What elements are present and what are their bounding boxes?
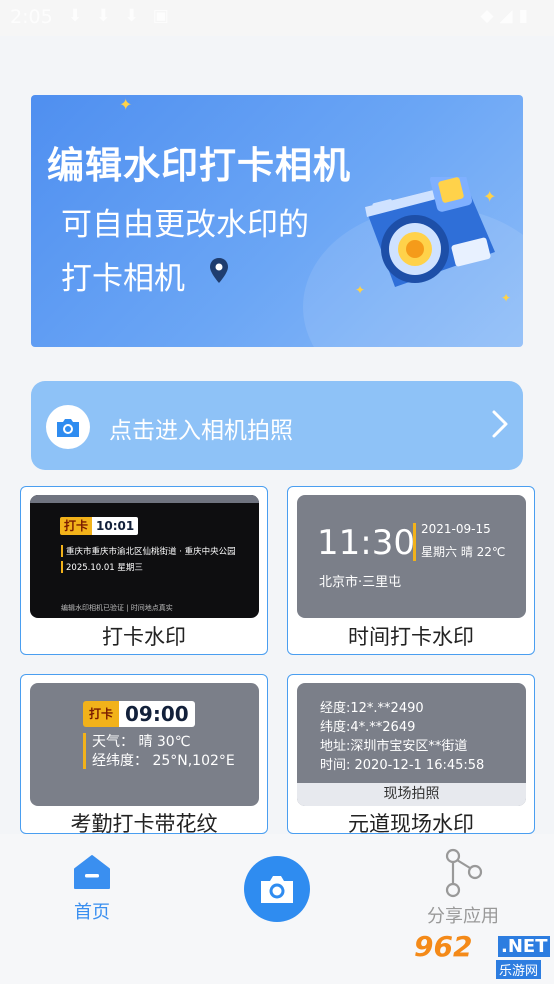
badge-time: 10:01 [92, 517, 139, 535]
nav-home-label: 首页 [74, 902, 110, 923]
watermark-time: 11:30 [317, 523, 415, 563]
watermark-time: 时间: 2020-12-1 16:45:58 [320, 758, 485, 773]
watermark-preview: 打卡 09:00 天气： 晴 30℃ 经纬度： 25°N,102°E [30, 683, 259, 806]
watermark-preview: 经度:12*.**2490 纬度:4*.**2649 地址:深圳市宝安区**街道… [297, 683, 526, 806]
camera-illustration-icon [365, 177, 495, 287]
watermark-date: 2025.10.01 星期三 [61, 561, 251, 573]
watermark-address: 重庆市重庆市渝北区仙桃街道 · 重庆中央公园 [61, 545, 251, 557]
card-caption: 元道现场水印 [348, 812, 474, 834]
badge-logo: 打卡 [83, 701, 120, 727]
download-icons: ⬇⬇⬇▣ [68, 6, 183, 26]
watermark-footer: 编辑水印相机已验证 | 时间地点真实 [61, 604, 173, 612]
watermark-date: 2021-09-15 [421, 522, 491, 536]
sparkle-icon: ✦ [119, 95, 133, 114]
watermark-latitude: 经度:12*.**2490 [320, 701, 424, 716]
watermark-divider [83, 733, 86, 769]
watermark-card-attendance[interactable]: 打卡 09:00 天气： 晴 30℃ 经纬度： 25°N,102°E 考勤打卡带… [20, 674, 268, 834]
card-caption: 时间打卡水印 [348, 625, 474, 649]
card-caption: 考勤打卡带花纹 [70, 812, 218, 834]
status-time: 2:05 [10, 6, 53, 28]
status-bar: 2:05 ⬇⬇⬇▣ ◆◢▮ [0, 0, 554, 36]
watermark-badge: 打卡 10:01 [60, 517, 139, 535]
watermark-preview: 打卡 10:01 重庆市重庆市渝北区仙桃街道 · 重庆中央公园 2025.10.… [30, 495, 259, 618]
camera-icon [57, 419, 79, 437]
location-pin-icon [210, 258, 228, 283]
watermark-net: .NET [498, 936, 551, 957]
home-icon [74, 855, 110, 889]
watermark-address: 地址:深圳市宝安区**街道 [320, 739, 468, 754]
camera-icon-circle [46, 405, 90, 449]
watermark-weather: 天气： 晴 30℃ [92, 734, 191, 750]
promo-banner[interactable]: ✦ ✦ ✦ ✦ 编辑水印打卡相机 可自由更改水印的 打卡相机 [31, 95, 523, 347]
watermark-longitude: 纬度:4*.**2649 [320, 720, 416, 735]
watermark-sub: 乐游网 [496, 960, 542, 979]
preview-rim [30, 495, 259, 503]
banner-subtitle-2: 打卡相机 [61, 261, 185, 297]
watermark-location: 北京市·三里屯 [319, 575, 402, 590]
watermark-card-time[interactable]: 11:30 2021-09-15 星期六 晴 22℃ 北京市·三里屯 时间打卡水… [287, 486, 535, 655]
badge-time: 09:00 [119, 701, 195, 727]
nav-home[interactable]: 首页 [62, 852, 122, 924]
site-watermark: 962 .NET 乐游网 [414, 930, 551, 982]
watermark-card-onsite[interactable]: 经度:12*.**2490 纬度:4*.**2649 地址:深圳市宝安区**街道… [287, 674, 535, 834]
badge-logo: 打卡 [60, 517, 93, 535]
open-camera-button[interactable]: 点击进入相机拍照 [31, 381, 523, 470]
watermark-preview: 11:30 2021-09-15 星期六 晴 22℃ 北京市·三里屯 [297, 495, 526, 618]
chevron-right-icon [492, 410, 508, 438]
camera-icon [261, 876, 293, 903]
banner-subtitle: 可自由更改水印的 [61, 207, 309, 243]
watermark-divider [413, 523, 416, 561]
watermark-weather: 星期六 晴 22℃ [421, 545, 506, 559]
nav-camera-button[interactable] [244, 856, 310, 922]
share-icon [445, 848, 483, 898]
watermark-coords: 经纬度： 25°N,102°E [92, 753, 235, 769]
nav-share-label: 分享应用 [427, 906, 499, 927]
open-camera-label: 点击进入相机拍照 [109, 418, 293, 444]
banner-title: 编辑水印打卡相机 [47, 144, 351, 187]
card-caption: 打卡水印 [102, 625, 186, 649]
watermark-brand: 962 [414, 930, 473, 963]
nav-share[interactable]: 分享应用 [418, 848, 508, 928]
watermark-card-checkin[interactable]: 打卡 10:01 重庆市重庆市渝北区仙桃街道 · 重庆中央公园 2025.10.… [20, 486, 268, 655]
signal-icons: ◆◢▮ [480, 6, 534, 26]
onsite-photo-label: 现场拍照 [297, 783, 526, 806]
watermark-badge: 打卡 09:00 [83, 701, 195, 727]
